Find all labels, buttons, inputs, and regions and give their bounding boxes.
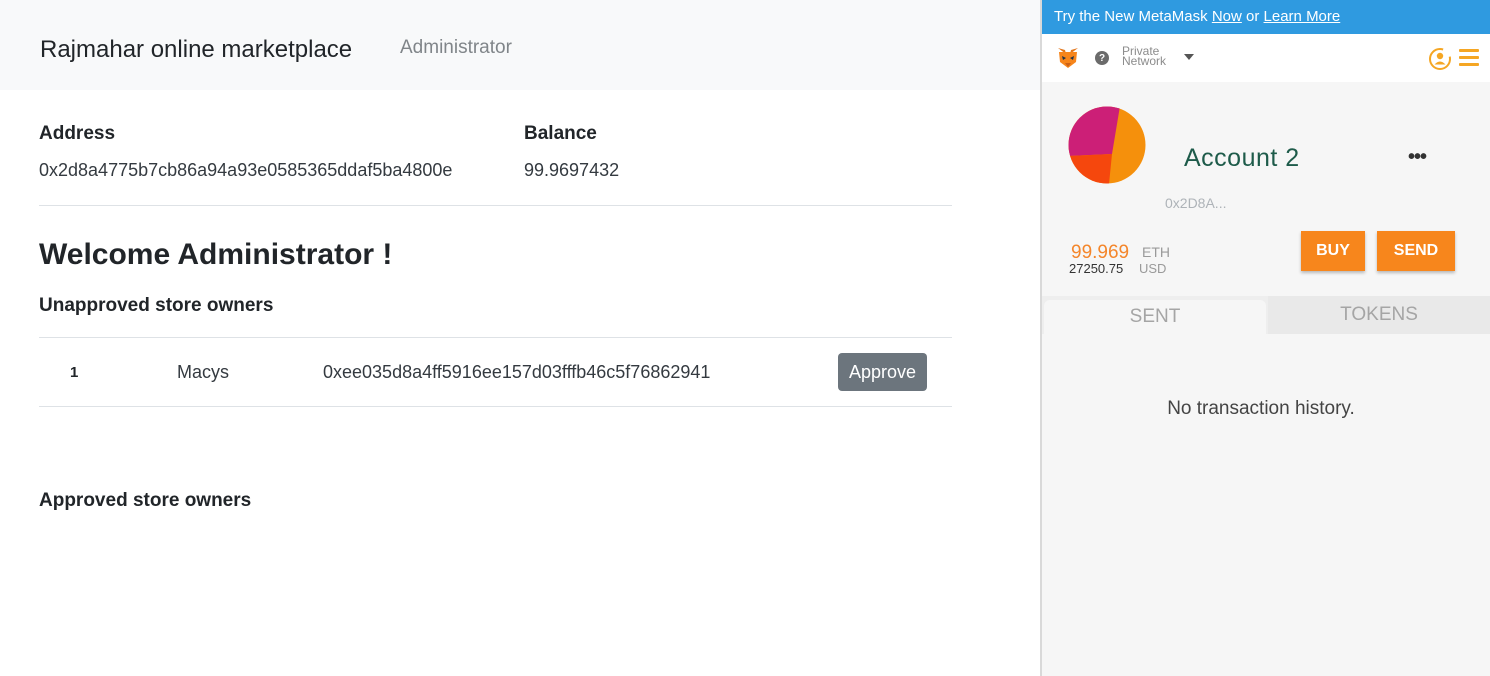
nav-role-link[interactable]: Administrator	[400, 37, 512, 59]
unapproved-heading: Unapproved store owners	[39, 295, 274, 316]
address-value: 0x2d8a4775b7cb86a94a93e0585365ddaf5ba480…	[39, 160, 453, 180]
account-switch-icon[interactable]	[1428, 47, 1452, 71]
banner-text: Try the New MetaMask	[1054, 8, 1212, 25]
empty-history-message: No transaction history.	[1167, 398, 1355, 419]
balance-label: Balance	[524, 123, 597, 144]
approved-heading: Approved store owners	[39, 490, 252, 511]
balance-value: 99.9697432	[524, 160, 620, 180]
network-name-line2: Network	[1122, 54, 1167, 68]
account-options-icon[interactable]: •••	[1408, 146, 1427, 169]
tab-tokens[interactable]: TOKENS	[1268, 296, 1490, 334]
chevron-down-icon[interactable]	[1184, 54, 1194, 60]
store-owner-name: Macys	[177, 362, 230, 382]
account-name[interactable]: Account 2	[1184, 144, 1300, 173]
welcome-heading: Welcome Administrator !	[39, 238, 393, 271]
table-top-border	[39, 337, 952, 338]
divider	[39, 205, 952, 206]
metamask-fox-icon[interactable]	[1056, 46, 1080, 70]
brand-title[interactable]: Rajmahar online marketplace	[40, 36, 352, 64]
account-address[interactable]: 0x2D8A...	[1165, 195, 1226, 211]
metamask-banner: Try the New MetaMask Now or Learn More	[1042, 0, 1490, 34]
hamburger-menu-icon[interactable]	[1459, 49, 1479, 67]
store-owner-address: 0xee035d8a4ff5916ee157d03fffb46c5f768629…	[323, 362, 711, 382]
account-avatar	[1068, 106, 1146, 184]
banner-or-text: or	[1241, 8, 1264, 25]
metamask-tabs: SENT TOKENS	[1042, 296, 1490, 334]
eth-unit: ETH	[1142, 244, 1170, 260]
address-label: Address	[39, 123, 116, 144]
approve-button[interactable]: Approve	[838, 353, 927, 391]
buy-button[interactable]: BUY	[1301, 231, 1365, 271]
metamask-popup: Try the New MetaMask Now or Learn More ?…	[1040, 0, 1490, 676]
tab-sent[interactable]: SENT	[1044, 300, 1266, 334]
metamask-header: ? Private Network	[1042, 34, 1490, 82]
help-icon[interactable]: ?	[1095, 51, 1109, 65]
send-button[interactable]: SEND	[1377, 231, 1455, 271]
row-number: 1	[70, 364, 79, 381]
network-selector[interactable]: Private Network	[1122, 45, 1180, 68]
usd-unit: USD	[1139, 261, 1167, 276]
usd-balance: 27250.75	[1069, 261, 1124, 276]
banner-now-link[interactable]: Now	[1212, 8, 1242, 25]
table-bottom-border	[39, 406, 952, 407]
banner-learn-more-link[interactable]: Learn More	[1264, 8, 1341, 25]
